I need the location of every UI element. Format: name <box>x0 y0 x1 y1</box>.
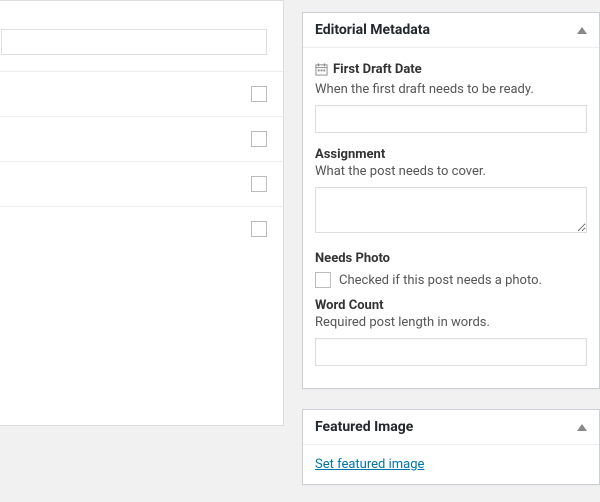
panel-header[interactable]: Featured Image <box>303 410 599 445</box>
word-count-input[interactable] <box>315 338 587 366</box>
row-checkbox[interactable] <box>251 176 267 192</box>
field-label-first-draft: First Draft Date <box>315 62 422 77</box>
featured-image-panel: Featured Image Set featured image <box>302 409 600 485</box>
chevron-up-icon[interactable] <box>577 27 587 34</box>
field-desc-needs-photo: Checked if this post needs a photo. <box>339 273 542 288</box>
row-checkbox[interactable] <box>251 86 267 102</box>
field-desc-assignment: What the post needs to cover. <box>315 164 587 179</box>
field-label-needs-photo: Needs Photo <box>315 251 390 266</box>
field-label-assignment: Assignment <box>315 147 385 162</box>
set-featured-image-link[interactable]: Set featured image <box>315 457 424 472</box>
panel-header[interactable]: Editorial Metadata <box>303 13 599 48</box>
chevron-up-icon[interactable] <box>577 424 587 431</box>
assignment-textarea[interactable] <box>315 187 587 233</box>
field-desc-word-count: Required post length in words. <box>315 315 587 330</box>
field-label-word-count: Word Count <box>315 298 384 313</box>
panel-title: Editorial Metadata <box>315 22 430 38</box>
row-checkbox[interactable] <box>251 221 267 237</box>
editorial-metadata-panel: Editorial Metadata <box>302 12 600 389</box>
left-field-box[interactable] <box>1 29 267 55</box>
field-desc-first-draft: When the first draft needs to be ready. <box>315 82 587 97</box>
left-panel <box>0 0 284 426</box>
calendar-icon <box>315 63 328 76</box>
row-checkbox[interactable] <box>251 131 267 147</box>
first-draft-date-input[interactable] <box>315 105 587 133</box>
panel-title: Featured Image <box>315 419 413 435</box>
needs-photo-checkbox[interactable] <box>315 272 331 288</box>
